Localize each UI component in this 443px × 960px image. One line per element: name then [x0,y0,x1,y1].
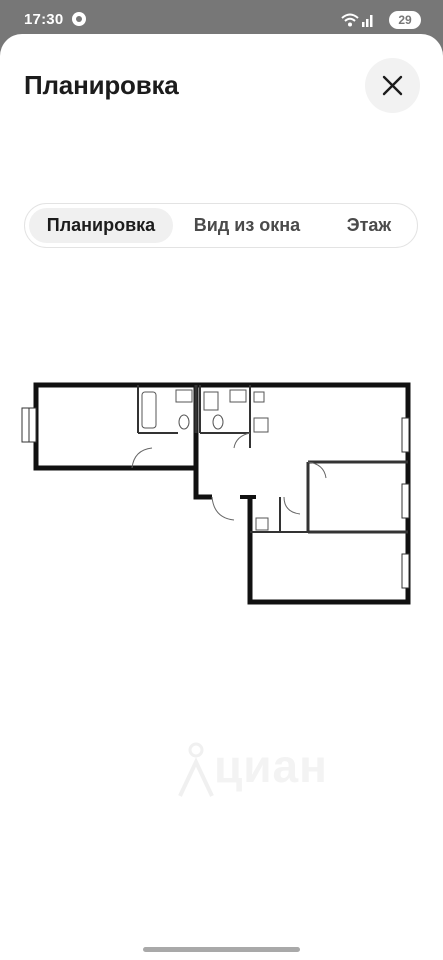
apartment-floor-plan[interactable] [18,340,418,620]
wifi-icon [341,13,359,27]
cian-logo-watermark [178,742,214,797]
watermark-text: циан [214,740,328,792]
close-icon [382,75,403,96]
status-bar: 17:30 29 [0,0,443,38]
tab-window-view[interactable]: Вид из окна [185,208,309,243]
battery-icon: 29 [389,11,421,29]
close-button[interactable] [365,58,420,113]
signal-icon [362,15,373,27]
status-time: 17:30 [24,11,64,28]
tab-plan[interactable]: Планировка [29,208,173,243]
view-tabs: Планировка Вид из окна Этаж [24,203,418,248]
sheet-title: Планировка [24,70,179,100]
home-indicator[interactable] [143,947,300,952]
app-notification-icon [72,12,86,26]
tab-floor[interactable]: Этаж [329,208,409,243]
